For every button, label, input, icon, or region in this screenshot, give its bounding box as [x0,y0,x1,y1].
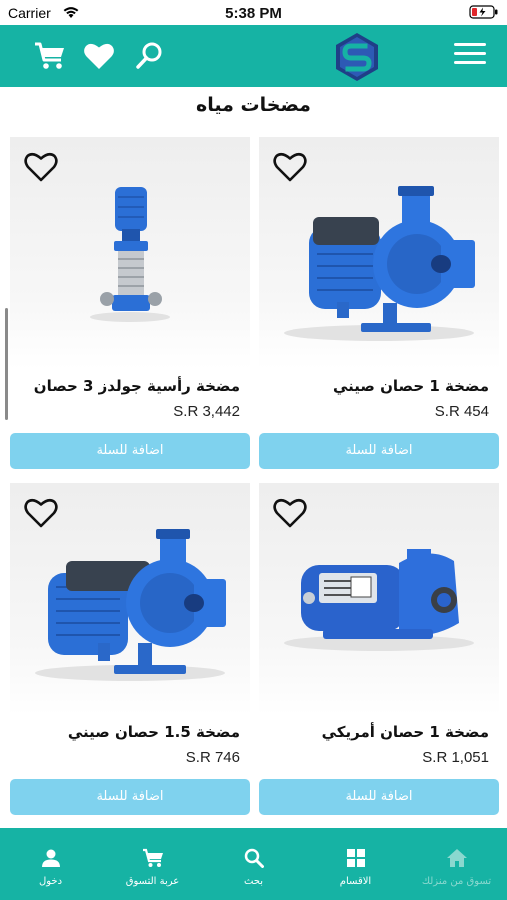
tab-login[interactable]: دخول [0,828,101,900]
product-price: S.R 454 [434,403,489,420]
heart-outline-icon[interactable] [273,151,307,183]
tab-cart-label: عربة التسوق [125,876,180,887]
battery-icon [469,5,498,19]
tab-categories[interactable]: الاقسام [305,828,406,900]
product-price: S.R 746 [185,749,240,766]
add-to-cart-button[interactable]: اضافة للسلة [259,433,499,469]
scroll-indicator[interactable] [5,308,8,420]
heart-outline-icon[interactable] [273,497,307,529]
heart-outline-icon[interactable] [24,497,58,529]
tab-cart[interactable]: عربة التسوق [102,828,203,900]
status-time: 5:38 PM [225,5,282,22]
top-app-bar [0,25,507,87]
tab-search-label: بحث [243,876,264,887]
product-price: S.R 3,442 [173,403,240,420]
product-image[interactable] [259,137,499,369]
product-name[interactable]: مضخة 1 حصان أمريكي [264,721,489,743]
product-name[interactable]: مضخة 1 حصان صيني [264,375,489,397]
bottom-tab-bar: تسوق من منزلك الاقسام بحث عربة التسوق دخ… [0,828,507,900]
tab-search[interactable]: بحث [203,828,304,900]
search-icon [203,848,304,870]
heart-icon[interactable] [82,39,116,73]
add-to-cart-button[interactable]: اضافة للسلة [10,433,250,469]
brand-logo[interactable] [331,31,383,83]
person-icon [0,848,101,870]
add-to-cart-button[interactable]: اضافة للسلة [259,779,499,815]
product-image[interactable] [10,137,250,369]
tab-home-label: تسوق من منزلك [421,876,492,887]
tab-login-label: دخول [38,876,63,887]
cart-icon [102,848,203,870]
product-image[interactable] [259,483,499,715]
menu-icon[interactable] [454,43,486,69]
product-name[interactable]: مضخة 1.5 حصان صيني [15,721,240,743]
tab-categories-label: الاقسام [339,876,372,887]
page-title: مضخات مياه [196,94,311,116]
status-bar: Carrier 5:38 PM [0,0,507,25]
product-image[interactable] [10,483,250,715]
product-name[interactable]: مضخة رأسية جولدز 3 حصان [15,375,240,397]
product-price: S.R 1,051 [422,749,489,766]
tab-home[interactable]: تسوق من منزلك [406,828,507,900]
add-to-cart-button[interactable]: اضافة للسلة [10,779,250,815]
cart-icon[interactable] [33,39,67,73]
search-icon[interactable] [132,39,166,73]
grid-icon [305,848,406,870]
home-icon [406,848,507,870]
heart-outline-icon[interactable] [24,151,58,183]
